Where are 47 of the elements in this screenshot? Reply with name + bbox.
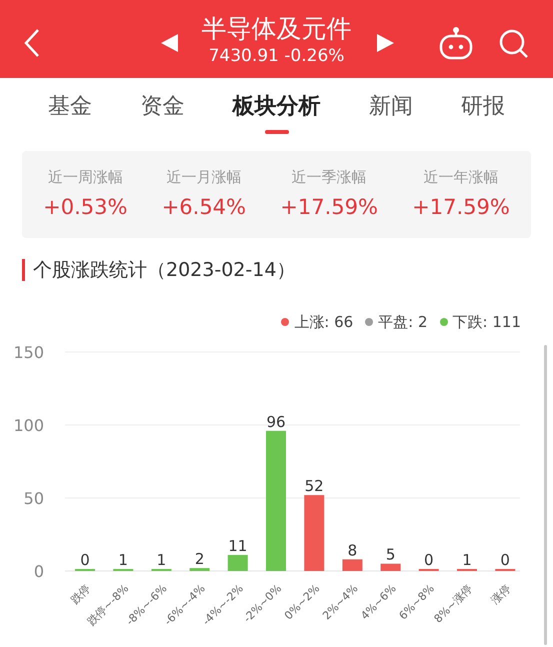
tab[interactable]: 资金 <box>140 78 184 135</box>
previous-icon[interactable] <box>161 34 178 52</box>
bar-value-label: 1 <box>156 551 166 569</box>
stat-label: 近一月涨幅 <box>166 166 242 188</box>
bar-value-label: 2 <box>194 550 204 568</box>
bar <box>380 564 401 571</box>
robot-icon[interactable] <box>438 26 474 60</box>
window-title: 半导体及元件 <box>202 13 352 45</box>
stat-label: 近一年涨幅 <box>424 166 498 188</box>
bar-value-label: 0 <box>500 551 510 569</box>
bar <box>342 559 362 571</box>
stat-label: 近一周涨幅 <box>48 166 123 188</box>
stat-label: 近一季涨幅 <box>292 166 367 188</box>
x-axis-label: 跌停 <box>68 582 94 607</box>
stat-value: +6.54% <box>162 194 246 221</box>
bar-value-label: 0 <box>424 551 434 569</box>
y-axis-label: 50 <box>24 489 44 508</box>
section-title: 个股涨跌统计（2023-02-14） <box>33 258 296 283</box>
stat-value: +0.53% <box>43 194 128 221</box>
y-axis-label: 0 <box>34 562 44 581</box>
bar-value-label: 1 <box>462 551 472 569</box>
bar-value-label: 1 <box>118 551 128 569</box>
bar <box>228 554 248 571</box>
index-quote: 7430.91 -0.26% <box>208 45 344 67</box>
bar-value-label: 5 <box>386 546 396 564</box>
legend-label: 下跌: 111 <box>452 312 521 333</box>
bar-value-label: 11 <box>228 536 248 555</box>
tab[interactable]: 研报 <box>461 78 505 135</box>
x-axis-label: 涨停 <box>488 582 514 607</box>
tab-indicator <box>264 130 288 134</box>
bar-value-label: 52 <box>304 477 324 496</box>
bar-value-label: 8 <box>348 541 358 560</box>
next-icon[interactable] <box>377 34 394 52</box>
section-marker <box>22 259 25 281</box>
tab[interactable]: 基金 <box>48 78 92 135</box>
stat-value: +17.59% <box>280 194 378 221</box>
legend-label: 平盘: 2 <box>378 312 428 333</box>
search-icon[interactable] <box>499 29 529 59</box>
bar-value-label: 0 <box>80 551 90 569</box>
y-axis-label: 100 <box>13 416 44 435</box>
tab[interactable]: 新闻 <box>368 78 413 135</box>
bar-value-label: 96 <box>266 412 286 431</box>
tab[interactable]: 板块分析 <box>232 78 320 135</box>
legend-label: 上涨: 66 <box>294 312 354 333</box>
bar <box>190 568 210 571</box>
y-axis-label: 150 <box>13 343 44 362</box>
stat-value: +17.59% <box>412 194 510 221</box>
